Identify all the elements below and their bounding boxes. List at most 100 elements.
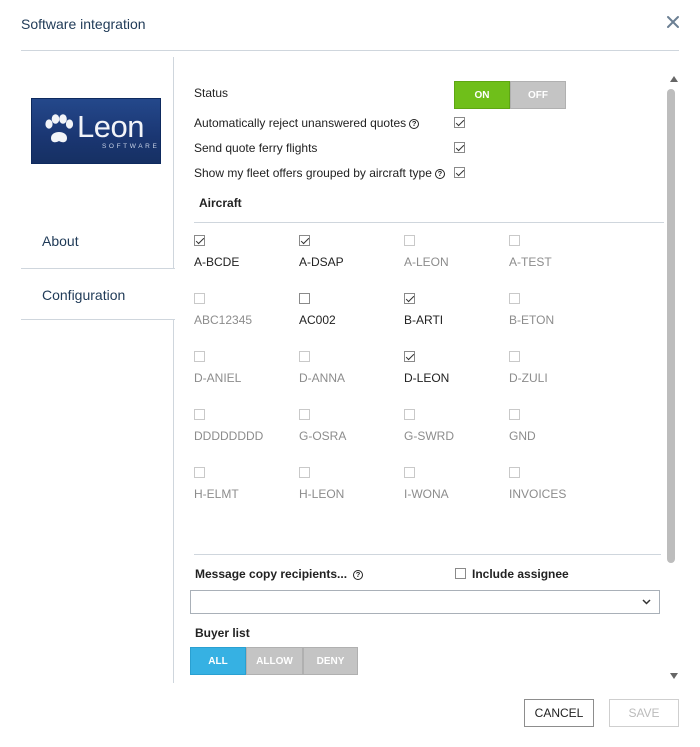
aircraft-item[interactable]: D-ANNA	[299, 351, 399, 391]
aircraft-item[interactable]: A-TEST	[509, 235, 609, 275]
aircraft-checkbox[interactable]	[509, 467, 520, 478]
buyer-allow-button[interactable]: ALLOW	[246, 647, 303, 675]
fleet-grouped-checkbox[interactable]	[454, 167, 465, 178]
dialog-title: Software integration	[21, 16, 146, 32]
aircraft-item[interactable]: A-DSAP	[299, 235, 399, 275]
aircraft-item[interactable]: A-BCDE	[194, 235, 294, 275]
aircraft-label: AC002	[299, 313, 336, 327]
recipients-row: Message copy recipients...?	[195, 567, 364, 581]
aircraft-checkbox[interactable]	[509, 293, 520, 304]
buyer-all-button[interactable]: ALL	[190, 647, 246, 675]
aircraft-checkbox[interactable]	[509, 409, 520, 420]
aircraft-checkbox[interactable]	[404, 467, 415, 478]
aircraft-checkbox[interactable]	[194, 293, 205, 304]
aircraft-item[interactable]: I-WONA	[404, 467, 504, 507]
aircraft-label: A-BCDE	[194, 255, 240, 269]
sidebar-item-about[interactable]: About	[21, 215, 174, 267]
aircraft-label: D-ANNA	[299, 371, 346, 385]
aircraft-checkbox[interactable]	[509, 235, 520, 246]
save-button[interactable]: SAVE	[609, 699, 679, 727]
aircraft-section-title: Aircraft	[199, 196, 242, 210]
reject-quotes-checkbox[interactable]	[454, 117, 465, 128]
aircraft-label: H-ELMT	[194, 487, 239, 501]
aircraft-checkbox[interactable]	[299, 467, 310, 478]
aircraft-item[interactable]: AC002	[299, 293, 399, 333]
aircraft-checkbox[interactable]	[194, 467, 205, 478]
ferry-flights-label: Send quote ferry flights	[194, 141, 318, 155]
reject-quotes-label: Automatically reject unanswered quotes	[194, 116, 407, 130]
scroll-up-arrow-icon[interactable]	[670, 76, 678, 82]
sidebar-item-label: About	[42, 233, 79, 249]
aircraft-label: DDDDDDDD	[194, 429, 264, 443]
aircraft-checkbox[interactable]	[404, 351, 415, 362]
status-off-button[interactable]: OFF	[510, 81, 566, 109]
aircraft-checkbox[interactable]	[404, 409, 415, 420]
sidebar: Leon SOFTWARE About Configuration	[21, 57, 175, 683]
buyer-deny-button[interactable]: DENY	[303, 647, 358, 675]
aircraft-checkbox[interactable]	[404, 235, 415, 246]
aircraft-checkbox[interactable]	[194, 409, 205, 420]
aircraft-label: A-LEON	[404, 255, 449, 269]
logo-word: Leon	[77, 109, 144, 144]
aircraft-item[interactable]: H-LEON	[299, 467, 399, 507]
dialog-header: Software integration	[0, 0, 700, 50]
aircraft-checkbox[interactable]	[299, 409, 310, 420]
aircraft-checkbox[interactable]	[299, 293, 310, 304]
ferry-flights-checkbox[interactable]	[454, 142, 465, 153]
sidebar-item-configuration[interactable]: Configuration	[21, 268, 175, 320]
aircraft-item[interactable]: G-OSRA	[299, 409, 399, 449]
aircraft-item[interactable]: B-ARTI	[404, 293, 504, 333]
chevron-down-icon	[642, 599, 651, 605]
aircraft-checkbox[interactable]	[404, 293, 415, 304]
aircraft-checkbox[interactable]	[509, 351, 520, 362]
help-icon[interactable]: ?	[353, 570, 364, 580]
aircraft-label: B-ETON	[509, 313, 555, 327]
status-on-button[interactable]: ON	[454, 81, 510, 109]
aircraft-item[interactable]: DDDDDDDD	[194, 409, 294, 449]
recipients-divider	[194, 554, 661, 555]
aircraft-label: INVOICES	[509, 487, 567, 501]
help-icon[interactable]: ?	[409, 119, 420, 129]
aircraft-item[interactable]: A-LEON	[404, 235, 504, 275]
aircraft-item[interactable]: D-ANIEL	[194, 351, 294, 391]
aircraft-label: B-ARTI	[404, 313, 444, 327]
status-label: Status	[194, 86, 229, 100]
aircraft-checkbox[interactable]	[299, 235, 310, 246]
sidebar-item-label: Configuration	[42, 287, 126, 303]
aircraft-item[interactable]: H-ELMT	[194, 467, 294, 507]
aircraft-checkbox[interactable]	[194, 235, 205, 246]
include-assignee-label: Include assignee	[472, 567, 569, 581]
cancel-button[interactable]: CANCEL	[524, 699, 594, 727]
fleet-grouped-row: Show my fleet offers grouped by aircraft…	[194, 166, 445, 180]
aircraft-item[interactable]: ABC12345	[194, 293, 294, 333]
status-toggle[interactable]: ON OFF	[454, 81, 566, 109]
aircraft-label: G-OSRA	[299, 429, 347, 443]
aircraft-label: H-LEON	[299, 487, 345, 501]
aircraft-item[interactable]: D-LEON	[404, 351, 504, 391]
recipients-select[interactable]	[190, 590, 660, 614]
aircraft-item[interactable]: GND	[509, 409, 609, 449]
aircraft-label: I-WONA	[404, 487, 449, 501]
scrollbar-thumb[interactable]	[667, 89, 675, 563]
buyer-list-label: Buyer list	[195, 626, 250, 640]
scroll-down-arrow-icon[interactable]	[670, 673, 678, 679]
aircraft-label: G-SWRD	[404, 429, 454, 443]
aircraft-item[interactable]: D-ZULI	[509, 351, 609, 391]
recipients-label: Message copy recipients...	[195, 567, 348, 581]
aircraft-checkbox[interactable]	[194, 351, 205, 362]
header-divider	[21, 50, 679, 51]
logo-subtitle: SOFTWARE	[102, 143, 160, 150]
reject-quotes-row: Automatically reject unanswered quotes?	[194, 116, 420, 130]
close-icon[interactable]	[666, 15, 680, 29]
aircraft-label: A-TEST	[509, 255, 552, 269]
include-assignee-checkbox[interactable]	[455, 568, 466, 579]
aircraft-item[interactable]: B-ETON	[509, 293, 609, 333]
aircraft-item[interactable]: INVOICES	[509, 467, 609, 507]
configuration-panel: Status ON OFF Automatically reject unans…	[174, 57, 678, 683]
software-integration-dialog: Software integration Leon SOFTWARE About…	[0, 0, 700, 747]
aircraft-label: D-LEON	[404, 371, 450, 385]
aircraft-item[interactable]: G-SWRD	[404, 409, 504, 449]
help-icon[interactable]: ?	[434, 169, 445, 179]
aircraft-checkbox[interactable]	[299, 351, 310, 362]
fleet-grouped-label: Show my fleet offers grouped by aircraft…	[194, 166, 432, 180]
